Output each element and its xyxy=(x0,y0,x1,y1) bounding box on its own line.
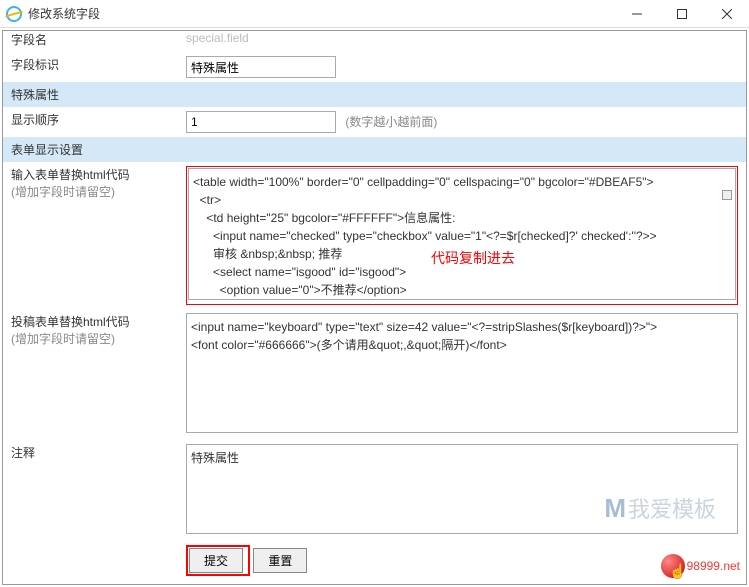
content-area: 字段名 special.field 字段标识 特殊属性 显示顺序 (数字越小越前… xyxy=(2,30,747,585)
window-titlebar: 修改系统字段 xyxy=(0,0,749,28)
post-html-sub: (增加字段时请留空) xyxy=(11,332,115,346)
section-special: 特殊属性 xyxy=(3,82,746,107)
field-ident-input[interactable] xyxy=(186,56,336,78)
window-title: 修改系统字段 xyxy=(28,5,614,22)
field-name-label: 字段名 xyxy=(3,31,178,52)
submit-highlight: 提交 xyxy=(186,545,250,576)
form-table: 字段名 special.field 字段标识 特殊属性 显示顺序 (数字越小越前… xyxy=(3,31,746,580)
order-hint: (数字越小越前面) xyxy=(345,115,437,129)
submit-button[interactable]: 提交 xyxy=(189,548,243,573)
input-html-label-text: 输入表单替换html代码 xyxy=(11,168,130,182)
minimize-button[interactable] xyxy=(614,0,659,28)
field-ident-label: 字段标识 xyxy=(3,52,178,82)
scrollbar-thumb[interactable] xyxy=(722,190,732,200)
input-html-label: 输入表单替换html代码 (增加字段时请留空) xyxy=(3,162,178,309)
input-html-textarea[interactable] xyxy=(188,168,736,300)
post-html-label-text: 投稿表单替换html代码 xyxy=(11,315,130,329)
order-label: 显示顺序 xyxy=(3,107,178,137)
field-name-value: special.field xyxy=(186,31,249,45)
order-input[interactable] xyxy=(186,111,336,133)
reset-button[interactable]: 重置 xyxy=(253,548,307,573)
post-html-textarea[interactable] xyxy=(186,313,738,433)
input-html-sub: (增加字段时请留空) xyxy=(11,185,115,199)
app-icon xyxy=(6,6,22,22)
section-form-display: 表单显示设置 xyxy=(3,137,746,162)
input-html-highlight xyxy=(186,166,738,305)
close-button[interactable] xyxy=(704,0,749,28)
maximize-button[interactable] xyxy=(659,0,704,28)
post-html-label: 投稿表单替换html代码 (增加字段时请留空) xyxy=(3,309,178,440)
comment-label: 注释 xyxy=(3,440,178,541)
comment-textarea[interactable] xyxy=(186,444,738,534)
